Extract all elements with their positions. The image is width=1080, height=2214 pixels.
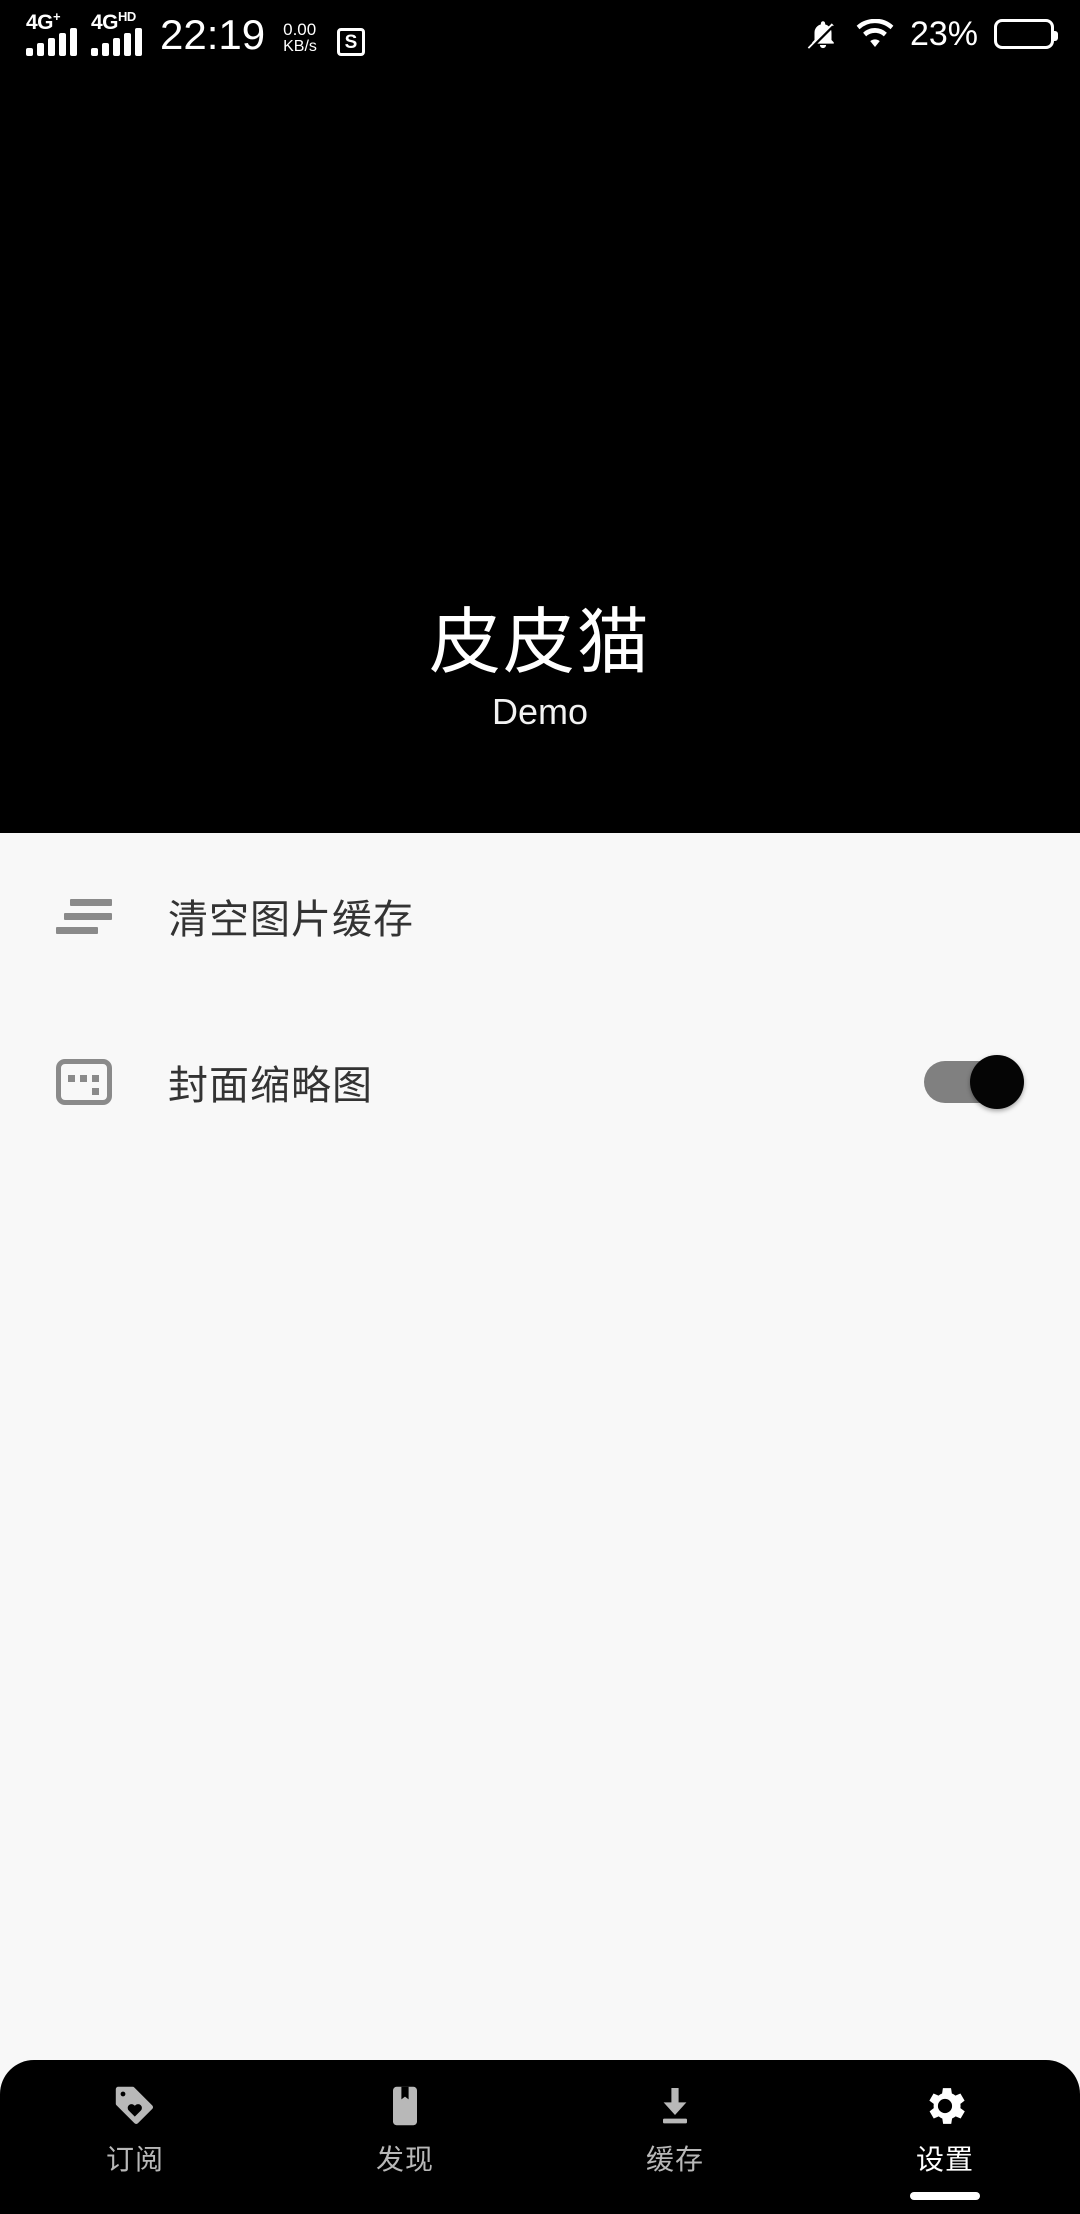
network-speed-value: 0.00 xyxy=(283,20,317,40)
nav-item-label: 发现 xyxy=(375,2144,434,2175)
network-speed-unit: KB/s xyxy=(283,38,317,56)
settings-row-clear-image-cache[interactable]: 清空图片缓存 xyxy=(0,833,1080,999)
app-subtitle: Demo xyxy=(491,690,589,732)
phone-screen: 4G+ 4GHD 22:19 0.00 KB/s S 23% 皮皮猫 Demo … xyxy=(0,0,1080,2214)
nav-item-subscriptions[interactable]: 订阅 xyxy=(0,2060,270,2214)
app-header: 4G+ 4GHD 22:19 0.00 KB/s S 23% 皮皮猫 Demo xyxy=(0,0,1080,833)
network-type-secondary: 4GHD xyxy=(91,9,136,34)
thumbnail-icon xyxy=(56,1059,112,1105)
status-bar-left: 4G+ 4GHD 22:19 0.00 KB/s S xyxy=(26,9,365,58)
battery-percent-label: 23% xyxy=(909,15,978,53)
settings-row-label: 封面缩略图 xyxy=(168,1064,373,1108)
nav-item-discover[interactable]: 发现 xyxy=(270,2060,540,2214)
settings-row-cover-thumbnail[interactable]: 封面缩略图 xyxy=(0,999,1080,1165)
download-icon xyxy=(651,2080,699,2132)
header-title-block: 皮皮猫 Demo xyxy=(0,602,1080,737)
wifi-icon xyxy=(856,19,894,49)
nav-item-label: 设置 xyxy=(915,2144,974,2175)
bell-muted-icon xyxy=(806,17,840,51)
row-icon-cell xyxy=(56,1059,168,1105)
nav-item-settings[interactable]: 设置 xyxy=(810,2060,1080,2214)
network-type-primary: 4G+ xyxy=(26,9,61,34)
sogou-app-icon: S xyxy=(336,28,365,56)
tag-heart-icon xyxy=(111,2080,159,2132)
signal-indicator-primary: 4G+ xyxy=(26,9,77,56)
signal-indicator-secondary: 4GHD xyxy=(91,9,142,56)
network-speed: 0.00 KB/s xyxy=(283,21,317,56)
bookmark-icon xyxy=(381,2080,429,2132)
app-title: 皮皮猫 xyxy=(428,602,651,683)
battery-icon xyxy=(994,19,1058,49)
nav-item-label: 订阅 xyxy=(105,2144,164,2175)
status-bar: 4G+ 4GHD 22:19 0.00 KB/s S 23% xyxy=(0,0,1080,68)
sort-lines-icon xyxy=(56,895,112,937)
status-bar-clock: 22:19 xyxy=(160,11,266,58)
row-icon-cell xyxy=(56,895,168,937)
settings-row-label: 清空图片缓存 xyxy=(168,898,414,942)
nav-item-label: 缓存 xyxy=(645,2144,704,2175)
home-indicator xyxy=(910,2192,980,2200)
cover-thumbnail-toggle[interactable] xyxy=(924,1055,1024,1109)
bottom-navigation-bar: 订阅 发现 缓存 设置 xyxy=(0,2060,1080,2214)
gear-icon xyxy=(920,2080,970,2132)
toggle-thumb xyxy=(970,1055,1024,1109)
status-bar-right: 23% xyxy=(806,15,1058,53)
nav-item-cache[interactable]: 缓存 xyxy=(540,2060,810,2214)
settings-list: 清空图片缓存 封面缩略图 xyxy=(0,833,1080,1165)
